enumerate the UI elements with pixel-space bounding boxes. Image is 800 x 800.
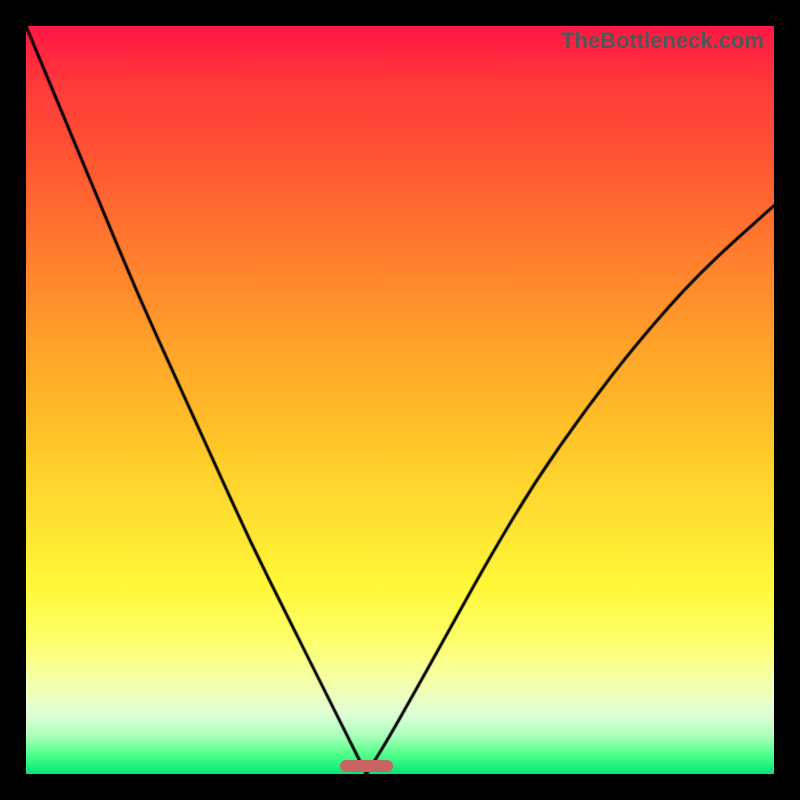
chart-plot-area: TheBottleneck.com (26, 26, 774, 774)
chart-outer-frame: TheBottleneck.com (0, 0, 800, 800)
optimal-range-marker (340, 760, 392, 772)
watermark-text: TheBottleneck.com (561, 28, 764, 54)
bottleneck-curve (26, 26, 774, 774)
